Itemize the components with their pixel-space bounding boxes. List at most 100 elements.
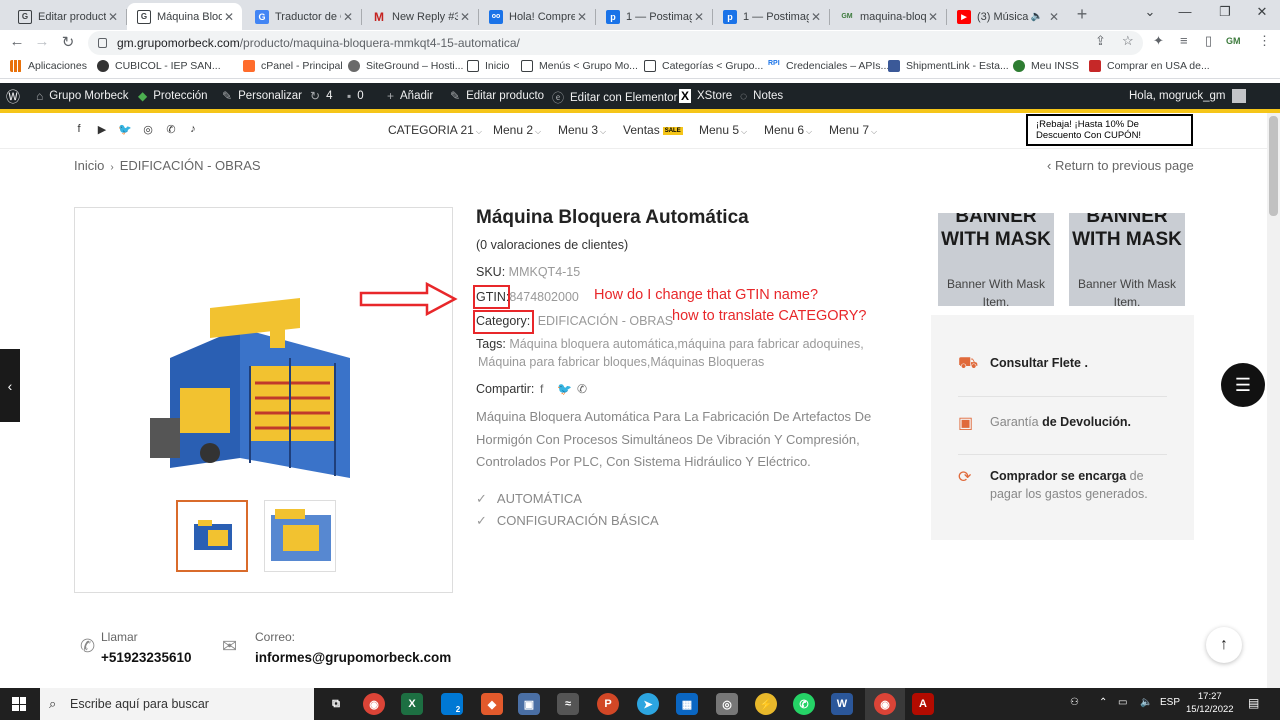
- close-icon[interactable]: ✕: [458, 10, 472, 24]
- address-bar[interactable]: gm.grupomorbeck.com/producto/maquina-blo…: [88, 31, 1143, 55]
- menu-categoria-21[interactable]: CATEGORIA 21 ⌵: [388, 123, 482, 137]
- powerpoint-icon[interactable]: P: [597, 693, 619, 715]
- close-icon[interactable]: ✕: [692, 10, 706, 24]
- bookmark-star-icon[interactable]: ☆: [1122, 33, 1134, 49]
- word-icon[interactable]: W: [831, 693, 853, 715]
- instagram-icon[interactable]: ◎: [141, 123, 155, 136]
- reviews-link[interactable]: (0 valoraciones de clientes): [476, 238, 628, 252]
- close-icon[interactable]: ✕: [575, 10, 589, 24]
- clock[interactable]: 17:27 15/12/2022: [1186, 690, 1234, 716]
- back-icon[interactable]: ←: [7, 33, 27, 50]
- close-icon[interactable]: ✕: [809, 10, 823, 24]
- close-icon[interactable]: ✕: [1047, 10, 1061, 24]
- tray-chevron-icon[interactable]: ⌃: [1099, 697, 1107, 708]
- close-icon[interactable]: ✕: [341, 10, 355, 24]
- bookmark-item[interactable]: Inicio: [467, 60, 510, 72]
- bookmark-item[interactable]: SiteGround – Hosti...: [348, 60, 463, 72]
- sidepanel-icon[interactable]: ▯: [1205, 33, 1212, 49]
- menu-ventas[interactable]: Ventas SALE: [623, 123, 683, 137]
- bookmark-item[interactable]: Categorías < Grupo...: [644, 60, 763, 72]
- facebook-share-icon[interactable]: f: [540, 382, 543, 396]
- adminbar-customize[interactable]: ✎ Personalizar: [222, 89, 302, 103]
- browser-tab[interactable]: G Traductor de Go ✕: [245, 3, 361, 30]
- mail-app-icon[interactable]: 2: [441, 693, 463, 715]
- adminbar-edit-product[interactable]: ✎ Editar producto: [450, 89, 544, 103]
- promo-banner[interactable]: ¡Rebaja! ¡Hasta 10% De Descuento Con CUP…: [1026, 114, 1193, 146]
- return-previous-page-link[interactable]: ‹ Return to previous page: [1047, 158, 1194, 173]
- browser-tab[interactable]: oo Hola! Compre l ✕: [479, 3, 595, 30]
- scrollbar-thumb[interactable]: [1269, 116, 1278, 216]
- browser-tab[interactable]: p 1 — Postimage ✕: [713, 3, 829, 30]
- banner-with-mask[interactable]: BANNER WITH MASK Banner With Mask Item.: [938, 213, 1054, 306]
- window-close-button[interactable]: ✕: [1242, 4, 1280, 20]
- extensions-icon[interactable]: ✦: [1153, 33, 1164, 49]
- menu-7[interactable]: Menu 7 ⌵: [829, 123, 877, 137]
- share-icon[interactable]: ⇪: [1095, 33, 1106, 49]
- task-view-icon[interactable]: ⧉: [325, 693, 347, 715]
- browser-tab[interactable]: GM maquina-bloque ✕: [830, 3, 946, 30]
- bookmark-item[interactable]: Comprar en USA de...: [1089, 60, 1210, 72]
- tags-links[interactable]: Máquina para fabricar bloques,Máquinas B…: [478, 355, 764, 369]
- bookmark-item[interactable]: CUBICOL - IEP SAN...: [97, 60, 221, 72]
- breadcrumb-current[interactable]: EDIFICACIÓN - OBRAS: [120, 158, 261, 173]
- product-image[interactable]: [150, 288, 370, 488]
- adminbar-user[interactable]: Hola, mogruck_gm: [1129, 89, 1246, 103]
- bookmark-item[interactable]: ShipmentLink - Esta...: [888, 60, 1009, 72]
- browser-tab-active[interactable]: G Máquina Bloquera ✕: [127, 3, 242, 30]
- app-icon[interactable]: ◆: [481, 693, 503, 715]
- tiktok-icon[interactable]: ♪: [186, 123, 200, 135]
- gallery-thumbnail[interactable]: [176, 500, 248, 572]
- new-tab-button[interactable]: +: [1072, 4, 1092, 24]
- profile-avatar[interactable]: GM: [1226, 36, 1241, 46]
- notifications-icon[interactable]: ▤: [1248, 696, 1259, 710]
- media-icon[interactable]: ≡: [1180, 33, 1188, 48]
- youtube-icon[interactable]: ▶: [95, 123, 109, 136]
- adminbar-site[interactable]: ⌂ Grupo Morbeck: [36, 89, 129, 103]
- whatsapp-share-icon[interactable]: ✆: [577, 382, 587, 396]
- menu-5[interactable]: Menu 5 ⌵: [699, 123, 747, 137]
- tab-search-icon[interactable]: ⌄: [1130, 4, 1170, 20]
- adminbar-elementor[interactable]: ⓔ Editar con Elementor: [552, 89, 677, 106]
- speaker-icon[interactable]: 🔈: [1031, 11, 1043, 22]
- close-icon[interactable]: ✕: [926, 10, 940, 24]
- browser-tab[interactable]: G Editar producto ✕: [8, 3, 126, 30]
- adminbar-add[interactable]: + Añadir: [387, 89, 433, 103]
- adminbar-notes[interactable]: ◌ Notes: [740, 89, 783, 103]
- menu-2[interactable]: Menu 2 ⌵: [493, 123, 541, 137]
- adminbar-xstore[interactable]: X XStore: [679, 89, 732, 103]
- browser-tab[interactable]: M New Reply #34 ✕: [362, 3, 478, 30]
- twitter-share-icon[interactable]: 🐦: [557, 382, 572, 396]
- whatsapp-app-icon[interactable]: ✆: [793, 693, 815, 715]
- app-icon[interactable]: ▦: [676, 693, 698, 715]
- lock-icon[interactable]: [98, 38, 107, 48]
- language-indicator[interactable]: ESP: [1160, 697, 1180, 708]
- acrobat-icon[interactable]: A: [912, 693, 934, 715]
- menu-6[interactable]: Menu 6 ⌵: [764, 123, 812, 137]
- close-icon[interactable]: ✕: [222, 10, 236, 24]
- telegram-icon[interactable]: ➤: [637, 693, 659, 715]
- chrome-active-icon[interactable]: ◉: [874, 693, 896, 715]
- gallery-thumbnail[interactable]: [264, 500, 336, 572]
- close-icon[interactable]: ✕: [106, 10, 120, 24]
- category-link[interactable]: EDIFICACIÓN - OBRAS: [538, 314, 673, 328]
- menu-3[interactable]: Menu 3 ⌵: [558, 123, 606, 137]
- forward-icon[interactable]: →: [32, 33, 52, 50]
- taskbar-search-input[interactable]: ⌕ Escribe aquí para buscar: [40, 688, 314, 720]
- browser-tab[interactable]: p 1 — Postimage ✕: [596, 3, 712, 30]
- windows-start-icon[interactable]: [12, 697, 26, 711]
- excel-icon[interactable]: X: [401, 693, 423, 715]
- bookmark-item[interactable]: Meu INSS: [1013, 60, 1079, 72]
- whatsapp-icon[interactable]: ✆: [164, 123, 178, 136]
- chrome-menu-icon[interactable]: ⋮: [1258, 33, 1271, 49]
- phone-link[interactable]: +51923235610: [101, 650, 191, 665]
- app-icon[interactable]: ◎: [716, 693, 738, 715]
- app-icon[interactable]: ▣: [518, 693, 540, 715]
- bookmark-apps[interactable]: Aplicaciones: [10, 60, 87, 72]
- hamburger-menu-button[interactable]: ☰: [1221, 363, 1265, 407]
- minimize-button[interactable]: —: [1165, 4, 1205, 19]
- bookmark-item[interactable]: cPanel - Principal: [243, 60, 343, 72]
- volume-icon[interactable]: 🔈: [1140, 697, 1152, 708]
- app-icon[interactable]: ≈: [557, 693, 579, 715]
- wordpress-logo-icon[interactable]: Ⓦ: [6, 87, 20, 107]
- chrome-icon[interactable]: ◉: [363, 693, 385, 715]
